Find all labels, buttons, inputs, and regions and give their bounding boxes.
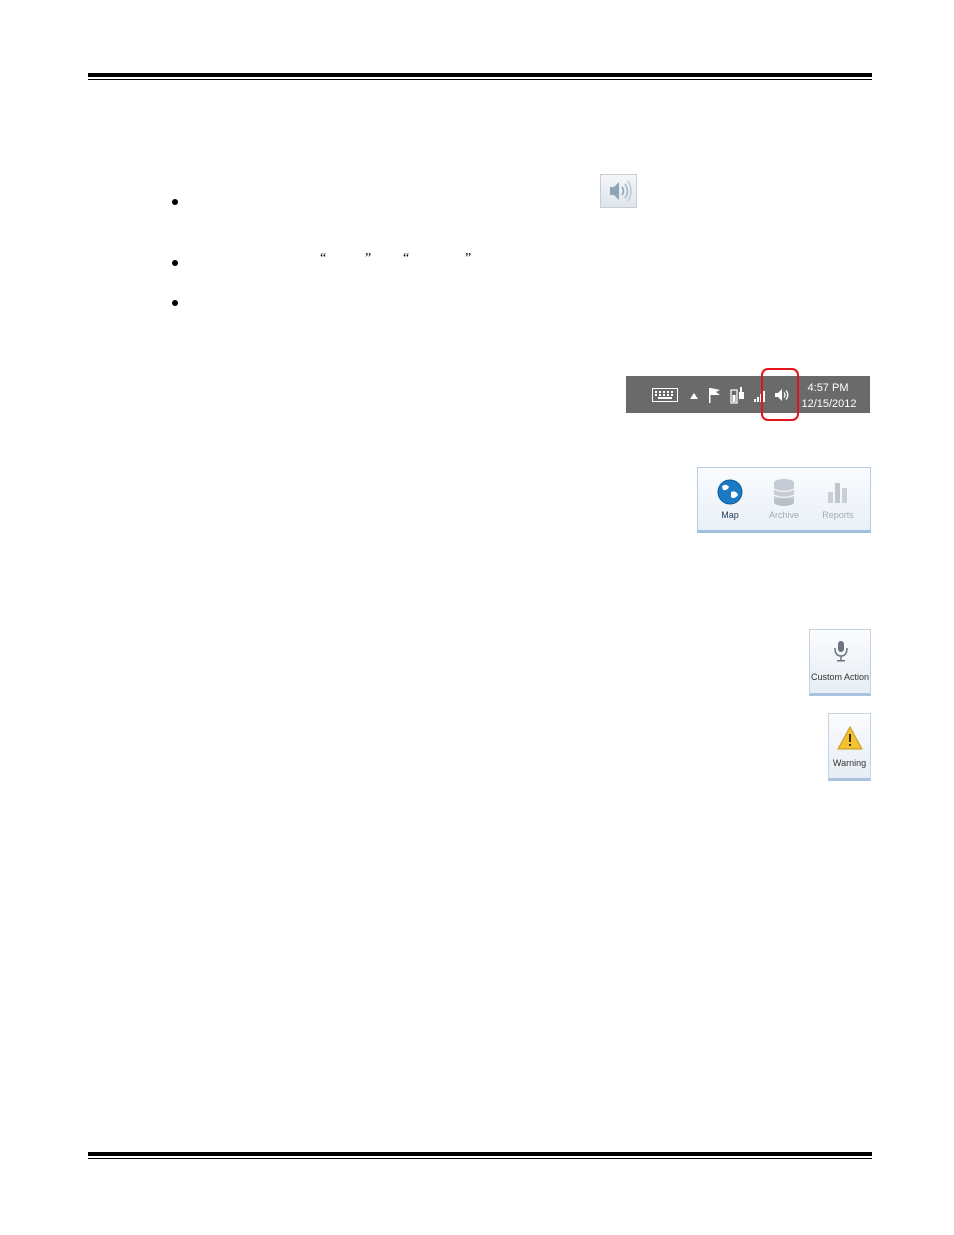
header-rule-thin <box>88 79 872 80</box>
custom-action-label: Custom Action <box>810 672 870 682</box>
archive-label: Archive <box>768 510 799 520</box>
taskbar: 4:57 PM 12/15/2012 <box>626 376 870 413</box>
map-label: Map <box>721 510 739 520</box>
speaker-icon-image <box>600 174 637 208</box>
keyboard-icon[interactable] <box>652 388 678 402</box>
open-quote-2: “ <box>403 251 410 266</box>
close-quote-2: ” <box>465 251 472 266</box>
close-quote-1: ” <box>365 251 372 266</box>
reports-button[interactable]: Reports <box>812 468 864 530</box>
clock-time[interactable]: 4:57 PM <box>802 382 854 394</box>
archive-button[interactable]: Archive <box>758 468 810 530</box>
header-rule <box>88 73 872 77</box>
microphone-icon <box>834 641 848 662</box>
speaker-icon <box>610 180 632 202</box>
power-icon[interactable] <box>730 386 746 404</box>
globe-icon <box>717 479 743 505</box>
custom-action-button[interactable]: Custom Action <box>809 629 871 696</box>
warning-label: Warning <box>832 758 867 768</box>
reports-label: Reports <box>822 510 854 520</box>
bullet-3 <box>172 300 178 306</box>
footer-rule-thin <box>88 1158 872 1159</box>
bullet-2 <box>172 260 178 266</box>
warning-triangle-icon <box>837 726 863 750</box>
footer-rule <box>88 1152 872 1156</box>
speaker-highlight-box <box>761 368 799 421</box>
bullet-1 <box>172 199 178 205</box>
clock-date[interactable]: 12/15/2012 <box>798 398 860 410</box>
action-center-flag-icon[interactable] <box>708 387 722 403</box>
show-hidden-icons-icon[interactable] <box>690 393 698 399</box>
warning-button[interactable]: Warning <box>828 713 871 781</box>
database-icon <box>773 479 795 506</box>
bar-chart-icon <box>828 483 847 503</box>
map-button[interactable]: Map <box>704 468 756 530</box>
open-quote-1: “ <box>320 251 327 266</box>
ribbon-toolbar: Map Archive Reports <box>697 467 871 533</box>
